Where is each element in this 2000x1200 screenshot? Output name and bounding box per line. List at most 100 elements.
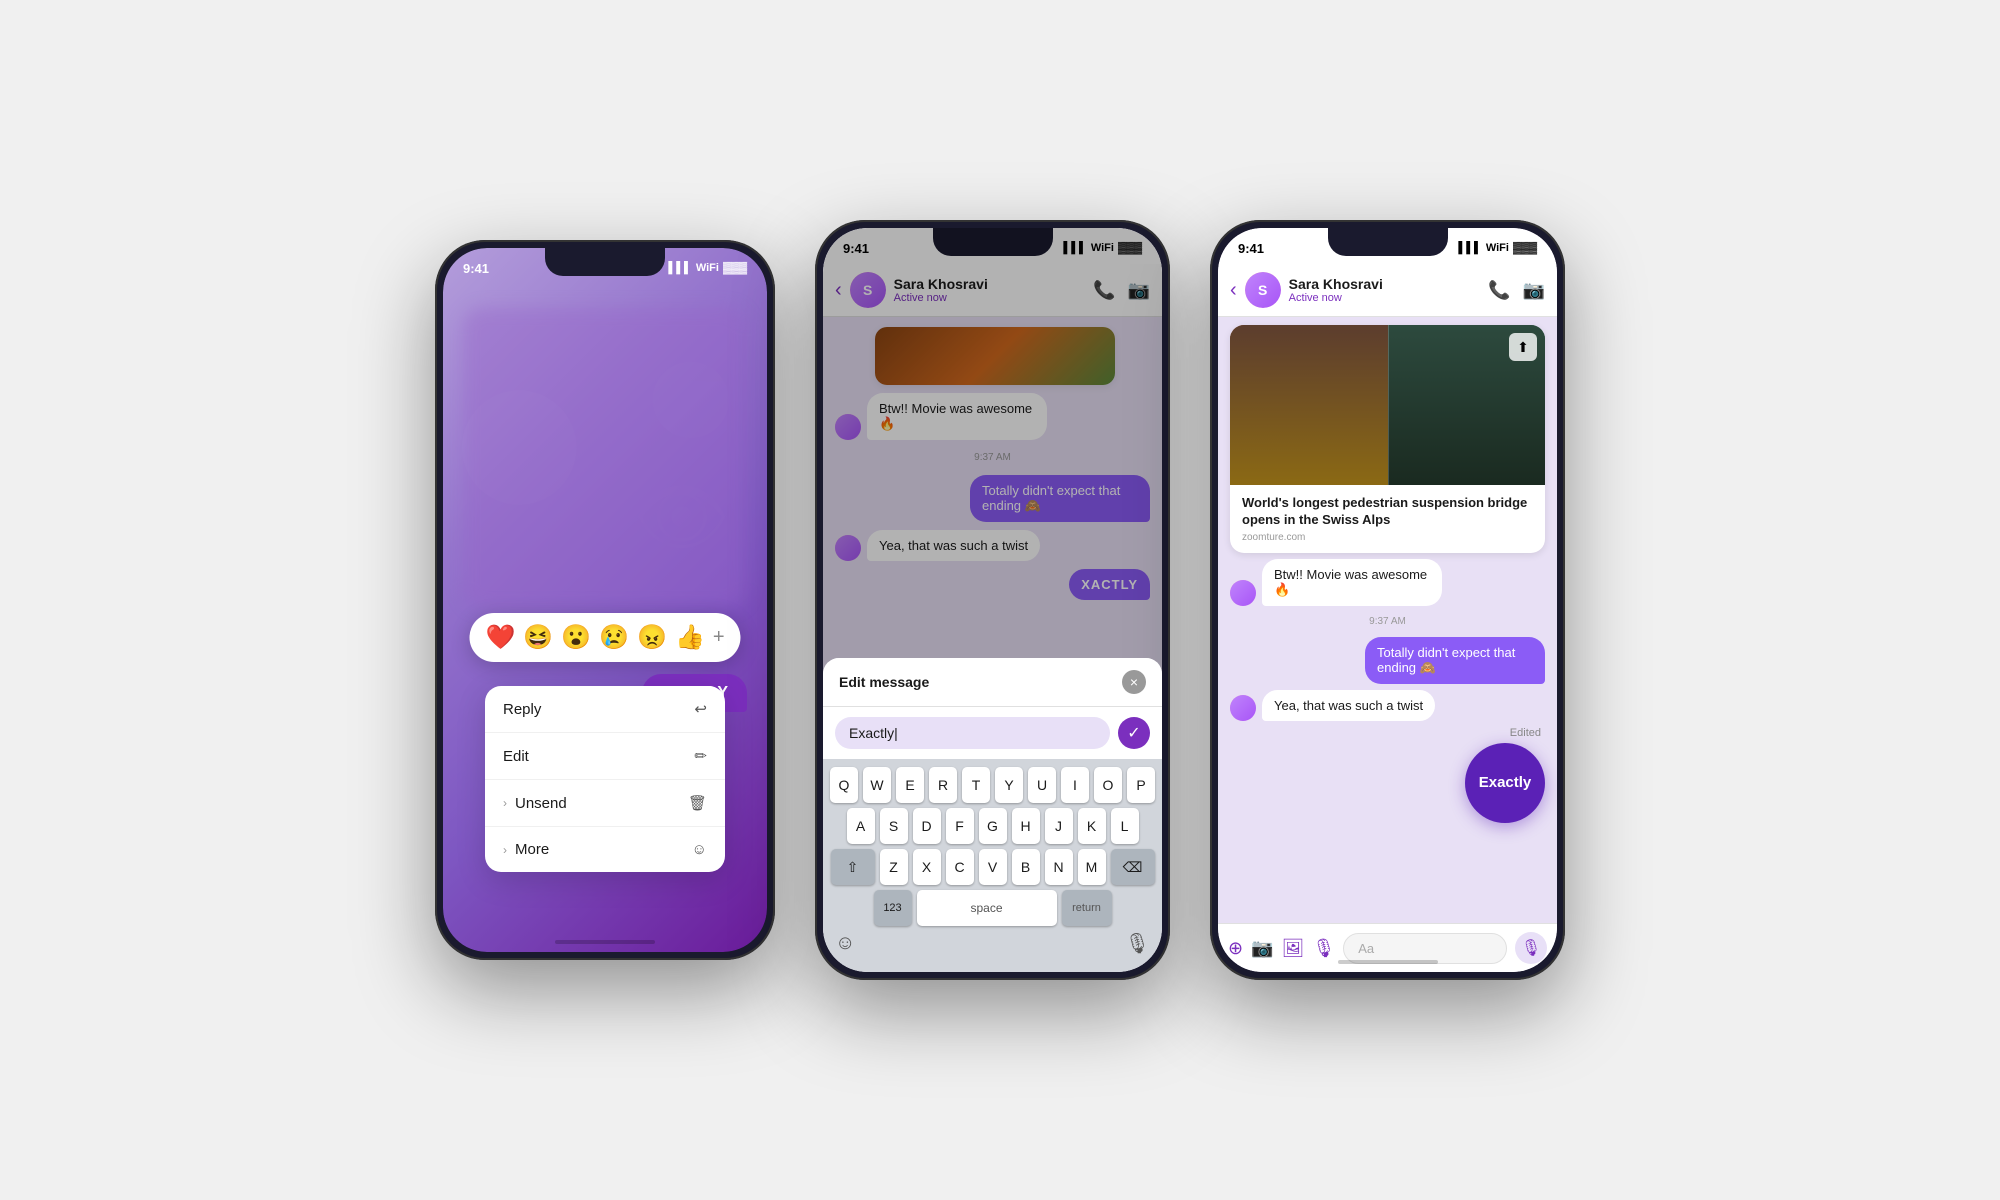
- trash-icon: 🗑: [688, 794, 707, 812]
- key-h[interactable]: H: [1012, 808, 1040, 844]
- contact-name-3: Sara Khosravi: [1289, 276, 1480, 292]
- edit-modal-overlay: Edit message × ✓ Q W E: [823, 228, 1162, 972]
- key-p[interactable]: P: [1127, 767, 1155, 803]
- message-input-3[interactable]: Aa: [1343, 933, 1507, 964]
- image-left-half: [1230, 325, 1388, 485]
- key-f[interactable]: F: [946, 808, 974, 844]
- key-n[interactable]: N: [1045, 849, 1073, 885]
- edit-icon: ✏: [694, 747, 707, 765]
- sent-bubble-3: Totally didn't expect that ending 🙈: [1365, 637, 1545, 684]
- emoji-thumbsup[interactable]: 👍: [675, 623, 705, 652]
- chat-header-3: ‹ S Sara Khosravi Active now 📞 📷: [1218, 264, 1557, 317]
- context-item-unsend[interactable]: › Unsend 🗑: [485, 780, 725, 827]
- keyboard-bottom: ☺ 🎙: [827, 931, 1158, 956]
- emoji-cry[interactable]: 😢: [599, 623, 629, 652]
- key-return[interactable]: return: [1062, 890, 1112, 926]
- key-z[interactable]: Z: [880, 849, 908, 885]
- context-reply-label: Reply: [503, 701, 541, 718]
- wifi-icon-3: WiFi: [1486, 242, 1509, 254]
- received-bubble-text-4: Yea, that was such a twist: [1262, 690, 1435, 721]
- key-space[interactable]: space: [917, 890, 1057, 926]
- key-c[interactable]: C: [946, 849, 974, 885]
- edit-send-button[interactable]: ✓: [1118, 717, 1150, 749]
- keyboard: Q W E R T Y U I O P: [823, 759, 1162, 972]
- edit-message-input[interactable]: [835, 717, 1110, 749]
- reply-icon: ↩: [694, 700, 707, 718]
- large-card-image: ⬆: [1230, 325, 1545, 485]
- key-e[interactable]: E: [896, 767, 924, 803]
- phone1-screen: 👁 9:41 ▌▌▌ WiFi ▓▓▓ ❤️ 😆: [443, 248, 767, 952]
- key-a[interactable]: A: [847, 808, 875, 844]
- home-indicator: [555, 940, 655, 944]
- gallery-icon[interactable]: 🖼: [1282, 938, 1305, 959]
- key-numbers[interactable]: 123: [874, 890, 912, 926]
- emoji-angry[interactable]: 😠: [637, 623, 667, 652]
- phone3-screen: 9:41 ▌▌▌ WiFi ▓▓▓ ‹ S Sara Khosravi: [1218, 228, 1557, 972]
- key-b[interactable]: B: [1012, 849, 1040, 885]
- emoji-laugh[interactable]: 😆: [523, 623, 553, 652]
- key-backspace[interactable]: ⌫: [1111, 849, 1155, 885]
- keyboard-emoji-icon[interactable]: ☺: [835, 932, 855, 955]
- mic-icon[interactable]: 🎙: [1312, 938, 1335, 959]
- context-more-label: More: [515, 841, 549, 858]
- key-shift[interactable]: ⇧: [831, 849, 875, 885]
- keyboard-row-3: ⇧ Z X C V B N M ⌫: [827, 849, 1158, 885]
- header-icons-3: 📞 📷: [1488, 280, 1545, 301]
- key-i[interactable]: I: [1061, 767, 1089, 803]
- edit-modal: Edit message × ✓ Q W E: [823, 658, 1162, 972]
- call-icon-3[interactable]: 📞: [1488, 280, 1510, 301]
- emoji-more-button[interactable]: +: [713, 626, 725, 649]
- add-icon[interactable]: ⊕: [1228, 938, 1243, 959]
- edit-modal-title: Edit message: [839, 674, 929, 690]
- key-d[interactable]: D: [913, 808, 941, 844]
- key-o[interactable]: O: [1094, 767, 1122, 803]
- notch: [545, 248, 665, 276]
- large-card-title: World's longest pedestrian suspension br…: [1242, 495, 1533, 529]
- share-icon[interactable]: ⬆: [1509, 333, 1537, 361]
- key-j[interactable]: J: [1045, 808, 1073, 844]
- more-icon: ☺: [692, 841, 707, 858]
- emoji-wow[interactable]: 😮: [561, 623, 591, 652]
- key-k[interactable]: K: [1078, 808, 1106, 844]
- key-l[interactable]: L: [1111, 808, 1139, 844]
- input-placeholder: Aa: [1358, 941, 1374, 956]
- key-x[interactable]: X: [913, 849, 941, 885]
- key-t[interactable]: T: [962, 767, 990, 803]
- key-s[interactable]: S: [880, 808, 908, 844]
- keyboard-row-4: 123 space return: [827, 890, 1158, 926]
- phone-3: 9:41 ▌▌▌ WiFi ▓▓▓ ‹ S Sara Khosravi: [1210, 220, 1565, 980]
- key-w[interactable]: W: [863, 767, 891, 803]
- small-avatar-5: [1230, 695, 1256, 721]
- key-y[interactable]: Y: [995, 767, 1023, 803]
- key-q[interactable]: Q: [830, 767, 858, 803]
- phone-2: 9:41 ▌▌▌ WiFi ▓▓▓ ‹ S Sara Khosravi: [815, 220, 1170, 980]
- phone-1: 👁 9:41 ▌▌▌ WiFi ▓▓▓ ❤️ 😆: [435, 240, 775, 960]
- context-item-more[interactable]: › More ☺: [485, 827, 725, 872]
- edited-label: Edited: [1510, 727, 1541, 739]
- camera-icon[interactable]: 📷: [1251, 938, 1273, 959]
- header-info-3: Sara Khosravi Active now: [1289, 276, 1480, 304]
- key-v[interactable]: V: [979, 849, 1007, 885]
- edit-modal-close-button[interactable]: ×: [1122, 670, 1146, 694]
- keyboard-row-2: A S D F G H J K L: [827, 808, 1158, 844]
- key-r[interactable]: R: [929, 767, 957, 803]
- edit-input-row: ✓: [823, 707, 1162, 759]
- video-icon-3[interactable]: 📷: [1523, 280, 1545, 301]
- status-time-3: 9:41: [1238, 241, 1264, 256]
- key-m[interactable]: M: [1078, 849, 1106, 885]
- key-u[interactable]: U: [1028, 767, 1056, 803]
- large-link-card[interactable]: ⬆ World's longest pedestrian suspension …: [1230, 325, 1545, 553]
- exactly-bubble: Exactly: [1465, 743, 1545, 823]
- emoji-heart[interactable]: ❤️: [485, 623, 515, 652]
- keyboard-row-1: Q W E R T Y U I O P: [827, 767, 1158, 803]
- emoji-reaction-row[interactable]: ❤️ 😆 😮 😢 😠 👍 +: [469, 613, 740, 662]
- blurred-content: [463, 308, 747, 608]
- key-g[interactable]: G: [979, 808, 1007, 844]
- small-avatar-4: [1230, 580, 1256, 606]
- context-item-reply[interactable]: Reply ↩: [485, 686, 725, 733]
- back-button-3[interactable]: ‹: [1230, 279, 1237, 302]
- keyboard-mic-icon[interactable]: 🎙: [1125, 931, 1150, 956]
- send-mic-button[interactable]: 🎙: [1515, 932, 1547, 964]
- status-icons-3: ▌▌▌ WiFi ▓▓▓: [1458, 242, 1537, 254]
- context-item-edit[interactable]: Edit ✏: [485, 733, 725, 780]
